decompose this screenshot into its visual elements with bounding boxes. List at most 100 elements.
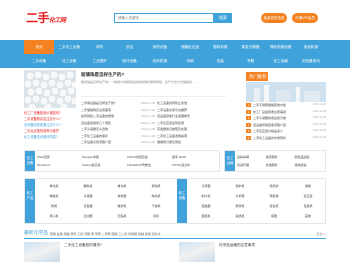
category-link[interactable]: 结晶器 <box>189 203 223 210</box>
brand-link[interactable]: CNPC中国石油 <box>127 154 172 160</box>
site-logo[interactable]: 二手化工网 <box>26 10 90 26</box>
category-link[interactable]: 萃取罐 <box>257 193 291 200</box>
nav-item[interactable]: 食品机械 <box>296 40 326 54</box>
more-link[interactable]: 更多>> <box>316 229 326 239</box>
bottom-news-1[interactable]: 二手化工设备如何清洗? <box>24 241 169 263</box>
category-link[interactable]: 冷凝器 <box>71 193 105 200</box>
category-link[interactable]: 燃烧炉 <box>257 183 291 190</box>
nav-item[interactable]: 纺织机械 <box>145 54 175 68</box>
category-link[interactable]: 换热器 <box>105 193 139 200</box>
publish-button[interactable]: 免费发布信息 <box>261 13 287 23</box>
bottom-news-2[interactable]: 化学品运输的注意事项 <box>179 241 324 263</box>
category-link[interactable]: 离心机 <box>37 213 71 220</box>
search-input[interactable] <box>115 14 213 22</box>
sidebar-image[interactable] <box>246 82 326 102</box>
category-link[interactable]: 塔器 <box>257 213 291 220</box>
category-link[interactable]: 搅拌机 <box>105 203 139 210</box>
category-link[interactable]: 混合机 <box>257 203 291 210</box>
nav-item[interactable]: 专题 <box>235 54 265 68</box>
hot-sidebar: 热门推荐 1 二手不锈钢储罐回收价格 2022-11-28 2 化工厂设备回收注意事项… <box>246 72 326 146</box>
category-link[interactable]: 过滤器 <box>71 213 105 220</box>
nav-item[interactable]: 求购 <box>84 40 114 54</box>
category-link[interactable]: 风机 <box>139 213 173 220</box>
category-link[interactable]: 锅炉机 <box>223 183 257 190</box>
nav-item[interactable]: 储罐反应釜 <box>175 40 205 54</box>
news-title: 化学品运输的注意事项 <box>219 243 255 247</box>
list-item[interactable]: 二手设备交易流程介绍 2022-11-28 <box>81 139 155 146</box>
list-item[interactable]: 6 二手化工设备的市场现状 2022-11-28 <box>246 135 326 142</box>
news-thumbnail <box>179 242 215 262</box>
category-link[interactable]: 塑料机 <box>71 183 105 190</box>
nav-item[interactable]: 包装 <box>205 54 235 68</box>
category-link[interactable]: 电动机 <box>139 193 173 200</box>
nav-item-home[interactable]: 首页 <box>24 40 55 54</box>
nav-item[interactable]: 二手设备 <box>24 54 54 68</box>
brand-links: Shell壳牌 Sinopec中国 CNPC中国石油 美孚 Mobil Sino… <box>37 151 217 171</box>
featured-image[interactable] <box>23 70 80 112</box>
category-link[interactable]: 重化机 <box>37 183 71 190</box>
glass-beads-image <box>23 70 80 112</box>
category-link[interactable]: 蒸发器 <box>71 203 105 210</box>
nav-item[interactable]: 塑料机械 <box>205 40 235 54</box>
category-links-2: 分离器 锅炉机 燃烧炉 储罐 制冷机 冷却塔 萃取罐 反应釜 结晶器 粉碎机 混… <box>189 179 325 223</box>
nav-item[interactable]: 制药设备 <box>145 40 175 54</box>
category-link[interactable]: 其他 <box>291 213 325 220</box>
brand-link[interactable]: Sinochem <box>37 162 82 168</box>
category-link[interactable]: 拆除机 <box>139 183 173 190</box>
hot-link[interactable]: 化工设备如何做好防腐? <box>24 134 76 140</box>
category-link[interactable]: 制冷机 <box>189 193 223 200</box>
nav-item[interactable]: 印刷 <box>175 54 205 68</box>
nav-item[interactable]: 制冷设备 <box>115 54 145 68</box>
transport-link[interactable]: 危险品运输 <box>294 154 323 160</box>
category-link[interactable]: 灌装机 <box>189 213 223 220</box>
search-button[interactable]: 搜索 <box>214 13 232 23</box>
news-list-right: 化工设备如何防止腐蚀 二手设备交易平台推荐 旧设备回收行业发展前景 二手反应釜如… <box>157 100 231 146</box>
category-link[interactable]: 干燥机 <box>139 203 173 210</box>
list-item[interactable]: 储罐的分类及用途 <box>157 139 231 146</box>
brand-link[interactable]: Sinopec中国 <box>82 154 127 160</box>
news-title: 储罐的分类及用途 <box>157 140 182 144</box>
nav-item[interactable]: 蒸发冷凝器 <box>235 40 265 54</box>
transport-link[interactable]: 运输车辆 <box>237 154 266 160</box>
news-date: 2022-11-28 <box>140 140 155 144</box>
nav-item[interactable]: 工业锅炉 <box>84 54 114 68</box>
category-link[interactable]: 冷却塔 <box>223 193 257 200</box>
category-grid: 化工产品 重化机 塑料机 重化机 拆除机 橡胶机 冷凝器 换热器 电动机 泵阀 … <box>24 178 326 224</box>
nav-item[interactable]: 化工运输 <box>266 54 296 68</box>
category-link[interactable]: 储罐 <box>291 183 325 190</box>
category-link[interactable]: 泵阀 <box>37 203 71 210</box>
transport-link[interactable]: 仓储服务 <box>266 162 295 168</box>
nav-item[interactable]: 供应 <box>115 40 145 54</box>
brand-link[interactable]: Shell壳牌 <box>37 154 82 160</box>
category-link[interactable]: 包装机 <box>291 203 325 210</box>
brand-link[interactable]: TOTAL道达尔 <box>172 162 217 168</box>
nav-item[interactable]: 化工设备 <box>54 54 84 68</box>
transport-link[interactable]: 货运代理 <box>237 162 266 168</box>
category-link[interactable]: 分离器 <box>189 183 223 190</box>
category-link[interactable]: 粉碎机 <box>223 203 257 210</box>
brand-block: 化工设备 Shell壳牌 Sinopec中国 CNPC中国石油 美孚 Mobil… <box>24 150 220 172</box>
news-title: 二手化工设备如何清洗? <box>64 243 102 247</box>
category-link[interactable]: 反应釜 <box>291 193 325 200</box>
transport-link[interactable]: 液体运输 <box>294 162 323 168</box>
news-title: 二手设备交易流程介绍 <box>81 140 112 144</box>
brand-link[interactable]: Castrol嘉实多 <box>82 162 127 168</box>
category-link[interactable]: 压缩机 <box>105 213 139 220</box>
category-link[interactable]: 输送机 <box>223 213 257 220</box>
category-link[interactable]: 橡胶机 <box>37 193 71 200</box>
nav-item[interactable]: 二手化工设备 <box>54 40 84 54</box>
vip-button[interactable]: 开通VIP会员 <box>292 13 318 23</box>
category-label-1: 化工产品 <box>25 179 35 223</box>
transport-link[interactable]: 物流服务 <box>266 154 295 160</box>
market-tags[interactable]: 硫酸 盐酸 液碱 甲醇 乙醇 丙酮 苯 甲苯 二甲苯 醋酸 乙二醇 丙烯酸 纯碱… <box>50 229 161 239</box>
transport-block: 化工运输 运输车辆 物流服务 危险品运输 货运代理 仓储服务 液体运输 <box>224 150 326 172</box>
brand-link[interactable]: 美孚 Mobil <box>172 154 217 160</box>
nav-item[interactable]: 橡胶机械设备 <box>266 40 296 54</box>
nav-item[interactable]: 旧设备资讯 <box>296 54 326 68</box>
brand-link[interactable]: TECHRON雪佛龙 <box>127 162 172 168</box>
rank-badge: 5 <box>246 129 251 134</box>
article-title[interactable]: 玻璃珠是怎样生产的? <box>81 72 231 78</box>
page-root: 二手化工网 搜索 免费发布信息 开通VIP会员 首页 二手化工设备 求购 供应 … <box>0 0 350 263</box>
category-links-1: 重化机 塑料机 重化机 拆除机 橡胶机 冷凝器 换热器 电动机 泵阀 蒸发器 搅… <box>37 179 173 223</box>
category-link[interactable]: 重化机 <box>105 183 139 190</box>
